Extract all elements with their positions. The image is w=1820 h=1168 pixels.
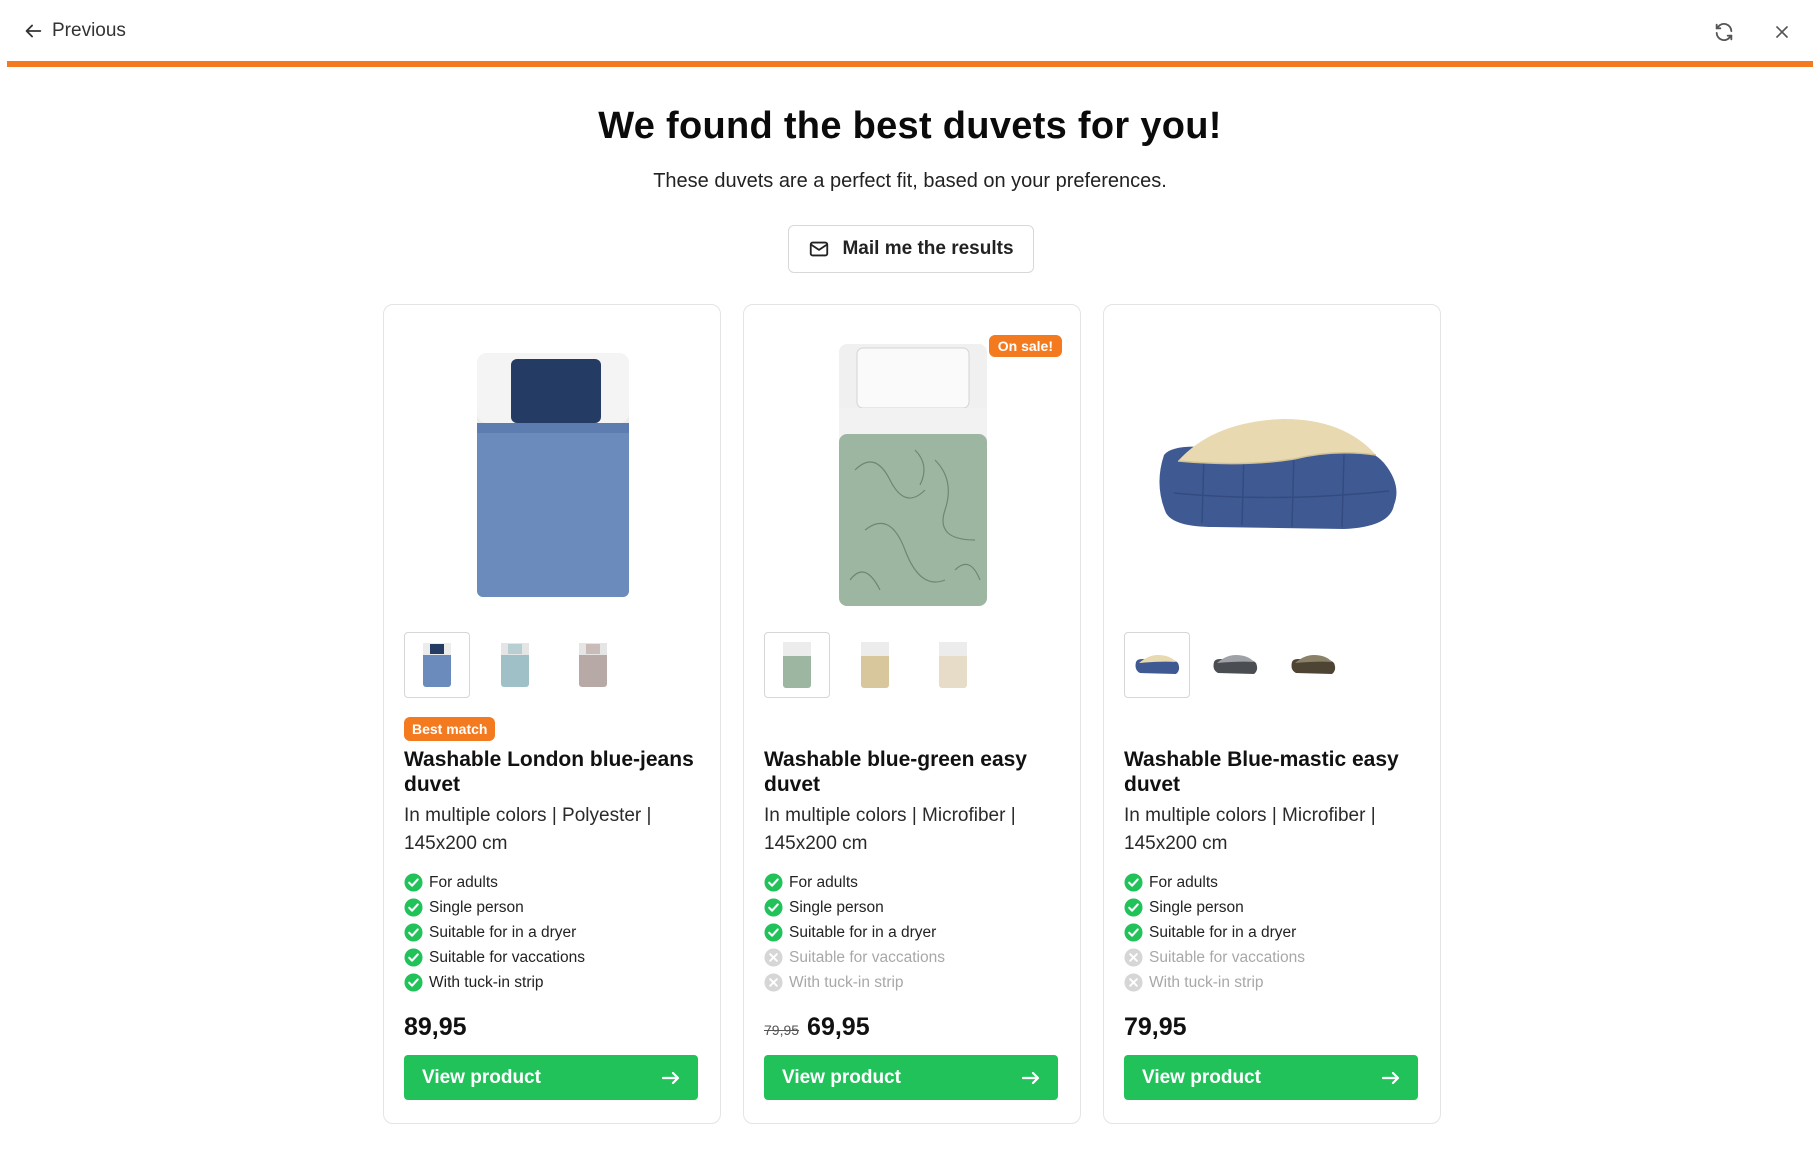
check-circle-icon: [764, 873, 783, 892]
previous-label: Previous: [52, 20, 126, 41]
feature-item: Suitable for in a dryer: [404, 920, 585, 945]
duvet-image: [839, 344, 987, 606]
feature-item-unavailable: With tuck-in strip: [764, 970, 945, 995]
product-name: Washable Blue-mastic easy duvet: [1124, 748, 1399, 796]
thumbnail-beige[interactable]: [842, 632, 908, 698]
product-specs: In multiple colors | Microfiber | 145x20…: [764, 805, 1016, 854]
product-specs: In multiple colors | Microfiber | 145x20…: [1124, 805, 1376, 854]
thumbnail-grey[interactable]: [1202, 632, 1268, 698]
price-block: 89,95: [404, 1013, 467, 1042]
check-circle-icon: [764, 923, 783, 942]
arrow-right-icon: [1022, 1071, 1040, 1084]
page-title: We found the best duvets for you!: [598, 105, 1222, 147]
product-name: Washable blue-green easy duvet: [764, 748, 1027, 796]
view-product-label: View product: [422, 1066, 541, 1088]
check-circle-icon: [1124, 898, 1143, 917]
check-circle-icon: [404, 873, 423, 892]
duvet-image: [1159, 419, 1397, 529]
feature-item: For adults: [764, 870, 945, 895]
product-list: Best match Washable London blue-jeans du…: [383, 304, 1441, 1124]
feature-item-unavailable: With tuck-in strip: [1124, 970, 1305, 995]
feature-list: For adults Single person Suitable for in…: [1124, 870, 1305, 995]
view-product-label: View product: [782, 1066, 901, 1088]
thumbnail-blue[interactable]: [404, 632, 470, 698]
close-icon: [1776, 26, 1788, 38]
arrow-right-icon: [662, 1071, 680, 1084]
product-image: [404, 325, 702, 625]
old-price: 79,95: [764, 1022, 800, 1038]
x-circle-icon: [1124, 973, 1143, 992]
on-sale-badge: On sale!: [988, 335, 1062, 357]
check-circle-icon: [404, 973, 423, 992]
top-bar: Previous: [0, 0, 1820, 67]
current-price: 79,95: [1124, 1013, 1187, 1041]
thumbnail-olive-brown[interactable]: [1280, 632, 1346, 698]
feature-item: Suitable for in a dryer: [764, 920, 945, 945]
check-circle-icon: [764, 898, 783, 917]
thumbnail-light-blue[interactable]: [482, 632, 548, 698]
mail-icon: [810, 241, 829, 257]
feature-item: For adults: [1124, 870, 1305, 895]
page-subtitle: These duvets are a perfect fit, based on…: [653, 170, 1167, 192]
duvet-image: [477, 353, 629, 597]
view-product-button[interactable]: View product: [764, 1055, 1058, 1100]
feature-list: For adults Single person Suitable for in…: [764, 870, 945, 995]
refresh-icon: [1715, 23, 1733, 41]
feature-list: For adults Single person Suitable for in…: [404, 870, 585, 995]
thumbnail-navy-cream[interactable]: [1124, 632, 1190, 698]
product-card: Best match Washable London blue-jeans du…: [383, 304, 721, 1124]
view-product-label: View product: [1142, 1066, 1261, 1088]
product-image: [1124, 325, 1422, 625]
close-button[interactable]: [1768, 18, 1796, 46]
mail-results-label: Mail me the results: [842, 238, 1014, 259]
thumbnail-sage-green[interactable]: [764, 632, 830, 698]
price-block: 79,95 69,95: [764, 1013, 870, 1042]
thumbnail-cream[interactable]: [920, 632, 986, 698]
x-circle-icon: [764, 973, 783, 992]
progress-fill: [7, 61, 1813, 67]
thumbnail-taupe[interactable]: [560, 632, 626, 698]
x-circle-icon: [1124, 948, 1143, 967]
check-circle-icon: [404, 948, 423, 967]
view-product-button[interactable]: View product: [1124, 1055, 1418, 1100]
refresh-button[interactable]: [1710, 18, 1738, 46]
feature-item-unavailable: Suitable for vaccations: [764, 945, 945, 970]
previous-button[interactable]: Previous: [22, 20, 126, 42]
best-match-badge: Best match: [404, 717, 496, 741]
price-block: 79,95: [1124, 1013, 1187, 1042]
feature-item-unavailable: Suitable for vaccations: [1124, 945, 1305, 970]
feature-item: Single person: [404, 895, 585, 920]
current-price: 89,95: [404, 1013, 467, 1041]
check-circle-icon: [1124, 873, 1143, 892]
color-thumbnails: [404, 632, 626, 698]
arrow-right-icon: [1382, 1071, 1400, 1084]
product-specs: In multiple colors | Polyester | 145x200…: [404, 805, 652, 854]
current-price: 69,95: [807, 1013, 870, 1041]
view-product-button[interactable]: View product: [404, 1055, 698, 1100]
feature-item: For adults: [404, 870, 585, 895]
mail-results-button[interactable]: Mail me the results: [788, 225, 1034, 273]
product-name: Washable London blue-jeans duvet: [404, 748, 694, 796]
feature-item: With tuck-in strip: [404, 970, 585, 995]
product-card: On sale! Washable blue-green easy duvet …: [743, 304, 1081, 1124]
check-circle-icon: [404, 923, 423, 942]
product-image: [764, 325, 1062, 625]
feature-item: Suitable for in a dryer: [1124, 920, 1305, 945]
x-circle-icon: [764, 948, 783, 967]
feature-item: Single person: [1124, 895, 1305, 920]
feature-item: Suitable for vaccations: [404, 945, 585, 970]
product-card: Washable Blue-mastic easy duvet In multi…: [1103, 304, 1441, 1124]
top-actions: [1710, 18, 1796, 46]
color-thumbnails: [1124, 632, 1346, 698]
arrow-left-icon: [25, 24, 42, 38]
color-thumbnails: [764, 632, 986, 698]
progress-bar: [7, 61, 1813, 67]
feature-item: Single person: [764, 895, 945, 920]
check-circle-icon: [404, 898, 423, 917]
check-circle-icon: [1124, 923, 1143, 942]
